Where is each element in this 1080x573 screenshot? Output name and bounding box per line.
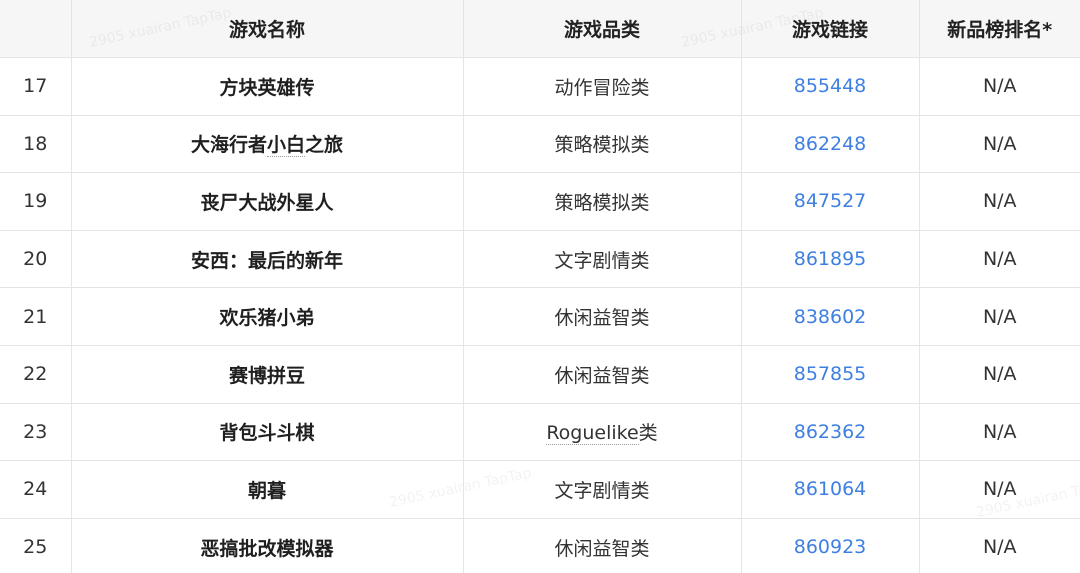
row-game-link[interactable]: 862248 (740, 114, 920, 174)
table-row: 18 大海行者小白之旅 策略模拟类 862248 N/A (0, 114, 1080, 174)
header-rank (0, 0, 72, 58)
table-header-row: 游戏名称 游戏品类 游戏链接 新品榜排名* (0, 0, 1080, 58)
header-new-rank: 新品榜排名* (918, 0, 1080, 58)
row-game-link[interactable]: 861895 (740, 229, 920, 289)
row-game-name: 朝暮 (70, 460, 464, 519)
row-game-name-part: 之旅 (305, 134, 344, 157)
row-game-category: 文字剧情类 (462, 229, 742, 289)
row-game-name: 丧尸大战外星人 (70, 172, 464, 231)
row-game-name: 方块英雄传 (70, 57, 464, 116)
table-row: 23 背包斗斗棋 Roguelike类 862362 N/A (0, 402, 1080, 462)
row-rank: 17 (0, 57, 72, 116)
row-game-category: 休闲益智类 (462, 517, 742, 573)
row-game-link[interactable]: 861064 (740, 460, 920, 519)
row-game-link[interactable]: 860923 (740, 517, 920, 573)
row-game-category: 休闲益智类 (462, 287, 742, 346)
row-game-name: 恶搞批改模拟器 (70, 517, 464, 573)
row-game-category: 休闲益智类 (462, 344, 742, 404)
row-game-link[interactable]: 862362 (740, 402, 920, 462)
row-new-rank: N/A (918, 172, 1080, 231)
row-game-category: 动作冒险类 (462, 57, 742, 116)
row-game-link[interactable]: 847527 (740, 172, 920, 231)
row-rank: 25 (0, 517, 72, 573)
row-new-rank: N/A (918, 287, 1080, 346)
row-game-name-part: 小白 (266, 134, 305, 158)
row-game-name: 大海行者小白之旅 (70, 114, 464, 174)
row-new-rank: N/A (918, 460, 1080, 519)
table-row: 25 恶搞批改模拟器 休闲益智类 860923 N/A (0, 517, 1080, 573)
header-game-category: 游戏品类 (462, 0, 742, 58)
table-row: 20 安西：最后的新年 文字剧情类 861895 N/A (0, 229, 1080, 289)
row-game-name: 赛博拼豆 (70, 344, 464, 404)
row-game-category: 文字剧情类 (462, 460, 742, 519)
table-row: 22 赛博拼豆 休闲益智类 857855 N/A (0, 344, 1080, 404)
row-new-rank: N/A (918, 57, 1080, 116)
row-game-link[interactable]: 838602 (740, 287, 920, 346)
row-rank: 21 (0, 287, 72, 346)
table-row: 21 欢乐猪小弟 休闲益智类 838602 N/A (0, 287, 1080, 346)
header-game-name: 游戏名称 (70, 0, 464, 58)
row-game-name: 背包斗斗棋 (70, 402, 464, 462)
header-game-link: 游戏链接 (740, 0, 920, 58)
row-new-rank: N/A (918, 229, 1080, 289)
row-rank: 24 (0, 460, 72, 519)
row-game-category: 策略模拟类 (462, 172, 742, 231)
row-game-category: Roguelike类 (462, 402, 742, 462)
row-game-name-part: 大海行者 (190, 134, 267, 157)
game-table-container: 2905 xuairan TapTap 2905 xuairan TapTap … (0, 0, 1080, 573)
row-game-category-part: Roguelike (546, 422, 639, 446)
row-new-rank: N/A (918, 114, 1080, 174)
row-game-name: 欢乐猪小弟 (70, 287, 464, 346)
table-row: 24 朝暮 文字剧情类 861064 N/A (0, 460, 1080, 519)
row-new-rank: N/A (918, 402, 1080, 462)
row-rank: 19 (0, 172, 72, 231)
table-row: 17 方块英雄传 动作冒险类 855448 N/A (0, 57, 1080, 116)
row-rank: 20 (0, 229, 72, 289)
row-game-category: 策略模拟类 (462, 114, 742, 174)
row-game-category-part: 类 (638, 422, 658, 445)
row-game-name: 安西：最后的新年 (70, 229, 464, 289)
row-game-link[interactable]: 855448 (740, 57, 920, 116)
table-row: 19 丧尸大战外星人 策略模拟类 847527 N/A (0, 172, 1080, 231)
row-rank: 22 (0, 344, 72, 404)
game-list-table: 游戏名称 游戏品类 游戏链接 新品榜排名* 17 方块英雄传 动作冒险类 855… (0, 0, 1080, 573)
row-game-link[interactable]: 857855 (740, 344, 920, 404)
row-rank: 23 (0, 402, 72, 462)
row-new-rank: N/A (918, 344, 1080, 404)
row-rank: 18 (0, 114, 72, 174)
row-new-rank: N/A (918, 517, 1080, 573)
